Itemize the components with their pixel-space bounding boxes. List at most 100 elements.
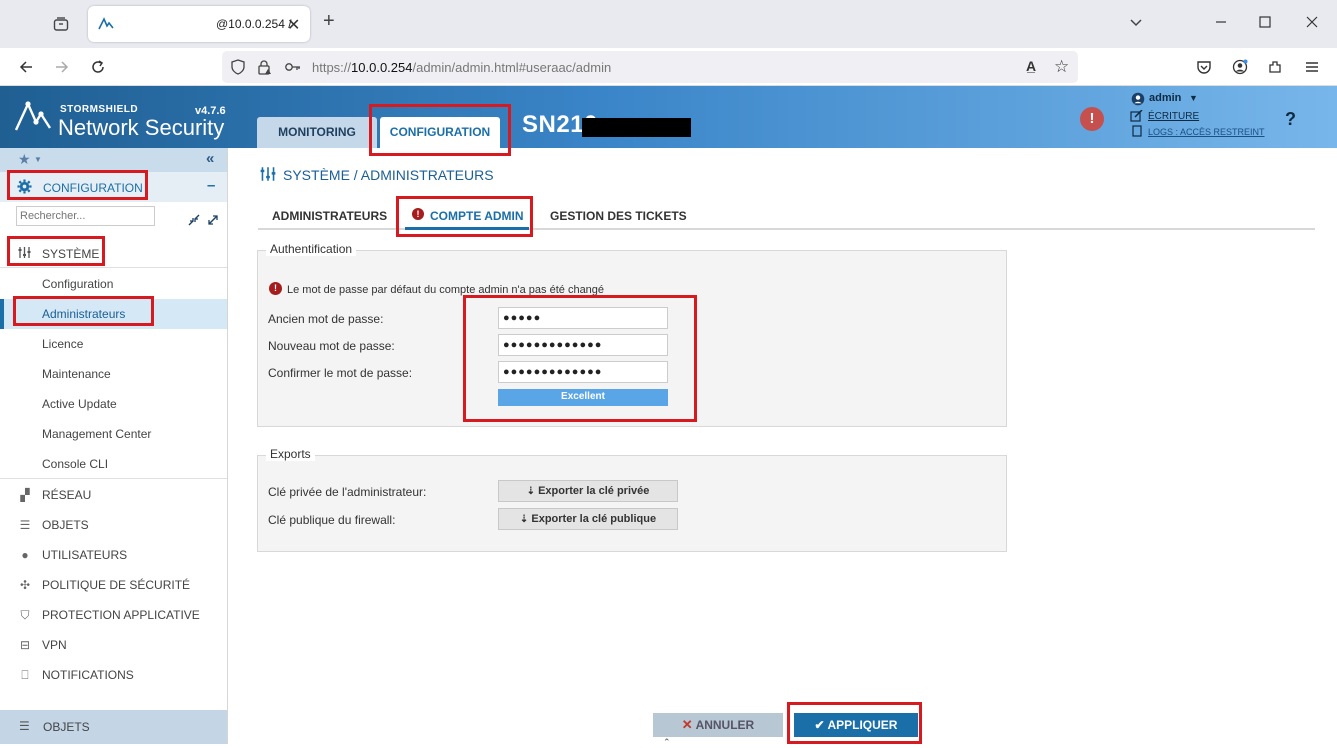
tab-monitoring[interactable]: MONITORING xyxy=(257,117,377,148)
sidebar-item-notifications-label: NOTIFICATIONS xyxy=(42,668,134,682)
tab-compte-admin-label: COMPTE ADMIN xyxy=(430,209,524,223)
device-serial-redaction xyxy=(582,118,691,137)
help-icon[interactable]: ? xyxy=(1285,109,1296,130)
collapse-sidebar-icon[interactable]: « xyxy=(206,150,214,167)
default-password-warning: Le mot de passe par défaut du compte adm… xyxy=(287,284,605,296)
sidebar-item-objets-label: OBJETS xyxy=(42,518,89,532)
export-icon: ⇣ xyxy=(526,486,536,497)
sidebar-item-notifications[interactable]: ⎕ NOTIFICATIONS xyxy=(0,660,227,690)
minimize-icon[interactable] xyxy=(1213,14,1229,34)
sidebar-system-title: SYSTÈME xyxy=(42,247,100,261)
confirm-password-field[interactable]: ●●●●●●●●●●●●● xyxy=(498,361,668,383)
browser-nav-bar: https://10.0.0.254/admin/admin.html#user… xyxy=(0,48,1337,86)
old-password-field[interactable]: ●●●●● xyxy=(498,307,668,329)
database-icon: ☰ xyxy=(19,518,31,532)
pocket-icon[interactable] xyxy=(1196,59,1212,79)
shield-small-icon: ⛉ xyxy=(20,608,30,622)
maximize-icon[interactable] xyxy=(1258,15,1272,33)
user-name[interactable]: admin xyxy=(1149,92,1181,104)
extensions-icon[interactable] xyxy=(1267,59,1283,79)
export-private-key-label: Exporter la clé privée xyxy=(538,485,650,497)
sidebar-item-utilisateurs-label: UTILISATEURS xyxy=(42,548,128,562)
tab-favicon-icon xyxy=(98,16,114,35)
url-bar[interactable]: https://10.0.0.254/admin/admin.html#user… xyxy=(222,51,1078,83)
sidebar-section-header[interactable]: CONFIGURATION – xyxy=(0,172,227,202)
breadcrumb-sliders-icon xyxy=(260,166,276,185)
sidebar-item-management-center[interactable]: Management Center xyxy=(0,419,227,449)
cancel-button[interactable]: ✕ ANNULER xyxy=(653,713,783,737)
cancel-x-icon: ✕ xyxy=(681,717,693,732)
tab-overview-icon[interactable] xyxy=(53,16,69,36)
favorites-caret-icon[interactable]: ▼ xyxy=(34,155,42,164)
logs-access-link[interactable]: LOGS : ACCÈS RESTREINT xyxy=(1148,127,1265,137)
sidebar-item-politique[interactable]: ✣ POLITIQUE DE SÉCURITÉ xyxy=(0,570,227,600)
forward-icon[interactable] xyxy=(54,59,70,79)
url-text[interactable]: https://10.0.0.254/admin/admin.html#user… xyxy=(312,60,611,75)
sidebar-item-objets[interactable]: ☰ OBJETS xyxy=(0,510,227,540)
shield-icon[interactable] xyxy=(230,59,246,78)
sidebar-item-active-update[interactable]: Active Update xyxy=(0,389,227,419)
warning-icon: ! xyxy=(269,282,282,295)
sidebar-footer-item[interactable]: ☰ OBJETS xyxy=(0,710,227,744)
public-key-label: Clé publique du firewall: xyxy=(268,513,396,527)
sidebar-item-reseau[interactable]: ▞ RÉSEAU xyxy=(0,480,227,510)
sidebar-section-collapse-icon[interactable]: – xyxy=(207,177,215,194)
key-icon[interactable] xyxy=(284,59,302,78)
scroll-up-icon[interactable]: ⌃ xyxy=(663,737,671,748)
menu-icon[interactable] xyxy=(1304,59,1320,79)
sidebar-item-vpn[interactable]: ⊟ VPN xyxy=(0,630,227,660)
bookmark-star-icon[interactable]: ☆ xyxy=(1054,57,1069,77)
tab-monitoring-label: MONITORING xyxy=(278,125,356,139)
close-window-icon[interactable] xyxy=(1304,14,1320,34)
collapse-all-icon[interactable] xyxy=(188,214,200,229)
sliders-icon xyxy=(18,246,31,262)
sidebar-item-reseau-label: RÉSEAU xyxy=(42,488,92,502)
sidebar-item-maintenance[interactable]: Maintenance xyxy=(0,359,227,389)
write-mode-link[interactable]: ÉCRITURE xyxy=(1148,111,1199,122)
user-avatar-icon xyxy=(1131,92,1145,109)
sidebar-item-configuration[interactable]: Configuration xyxy=(0,269,227,299)
sidebar-system-group[interactable]: SYSTÈME xyxy=(0,238,227,268)
sidebar-item-vpn-label: VPN xyxy=(42,638,67,652)
sidebar-search-input[interactable] xyxy=(16,206,155,226)
tab-close-icon[interactable]: ✕ xyxy=(287,15,300,35)
back-icon[interactable] xyxy=(18,59,34,79)
expand-all-icon[interactable] xyxy=(207,214,219,229)
tab-gestion-tickets[interactable]: GESTION DES TICKETS xyxy=(550,209,687,223)
database-footer-icon: ☰ xyxy=(19,719,30,733)
url-host: 10.0.0.254 xyxy=(351,60,413,75)
tab-administrateurs[interactable]: ADMINISTRATEURS xyxy=(272,209,387,223)
translate-icon[interactable]: A̲ xyxy=(1026,58,1036,74)
browser-tab[interactable]: @10.0.0.254 / ✕ xyxy=(88,6,310,42)
tab-list-chevron-icon[interactable] xyxy=(1128,14,1144,34)
apply-label: APPLIQUER xyxy=(827,718,898,732)
apply-button[interactable]: ✔ APPLIQUER xyxy=(794,713,918,737)
sidebar-item-console-cli[interactable]: Console CLI xyxy=(0,449,227,479)
tab-compte-admin[interactable]: ! COMPTE ADMIN xyxy=(405,201,529,230)
new-tab-icon[interactable]: + xyxy=(323,11,335,31)
sidebar-item-protection-label: PROTECTION APPLICATIVE xyxy=(42,608,200,622)
sidebar-item-administrateurs[interactable]: Administrateurs xyxy=(0,299,227,329)
export-private-key-button[interactable]: ⇣ Exporter la clé privée xyxy=(498,480,678,502)
reload-icon[interactable] xyxy=(90,59,106,79)
vpn-icon: ⊟ xyxy=(19,638,31,652)
sidebar-section-title: CONFIGURATION xyxy=(43,181,143,195)
tab-warning-icon: ! xyxy=(412,208,424,220)
sidebar: ★ ▼ « CONFIGURATION – SYSTÈME Configurat… xyxy=(0,148,228,744)
exports-group-title: Exports xyxy=(266,447,315,461)
export-public-key-button[interactable]: ⇣ Exporter la clé publique xyxy=(498,508,678,530)
user-menu-caret-icon[interactable]: ▼ xyxy=(1189,93,1198,103)
lock-warning-icon[interactable] xyxy=(256,59,272,78)
url-scheme: https:// xyxy=(312,60,352,75)
favorites-star-icon[interactable]: ★ xyxy=(18,151,31,168)
tab-configuration[interactable]: CONFIGURATION xyxy=(380,117,500,148)
gear-icon xyxy=(17,179,32,197)
sidebar-item-licence[interactable]: Licence xyxy=(0,329,227,359)
sidebar-footer-label: OBJETS xyxy=(43,720,90,734)
sidebar-item-protection[interactable]: ⛉ PROTECTION APPLICATIVE xyxy=(0,600,227,630)
new-password-field[interactable]: ●●●●●●●●●●●●● xyxy=(498,334,668,356)
account-icon[interactable] xyxy=(1232,59,1248,79)
notification-icon: ⎕ xyxy=(21,668,29,682)
alert-icon[interactable]: ! xyxy=(1080,107,1104,131)
sidebar-item-utilisateurs[interactable]: ● UTILISATEURS xyxy=(0,540,227,570)
